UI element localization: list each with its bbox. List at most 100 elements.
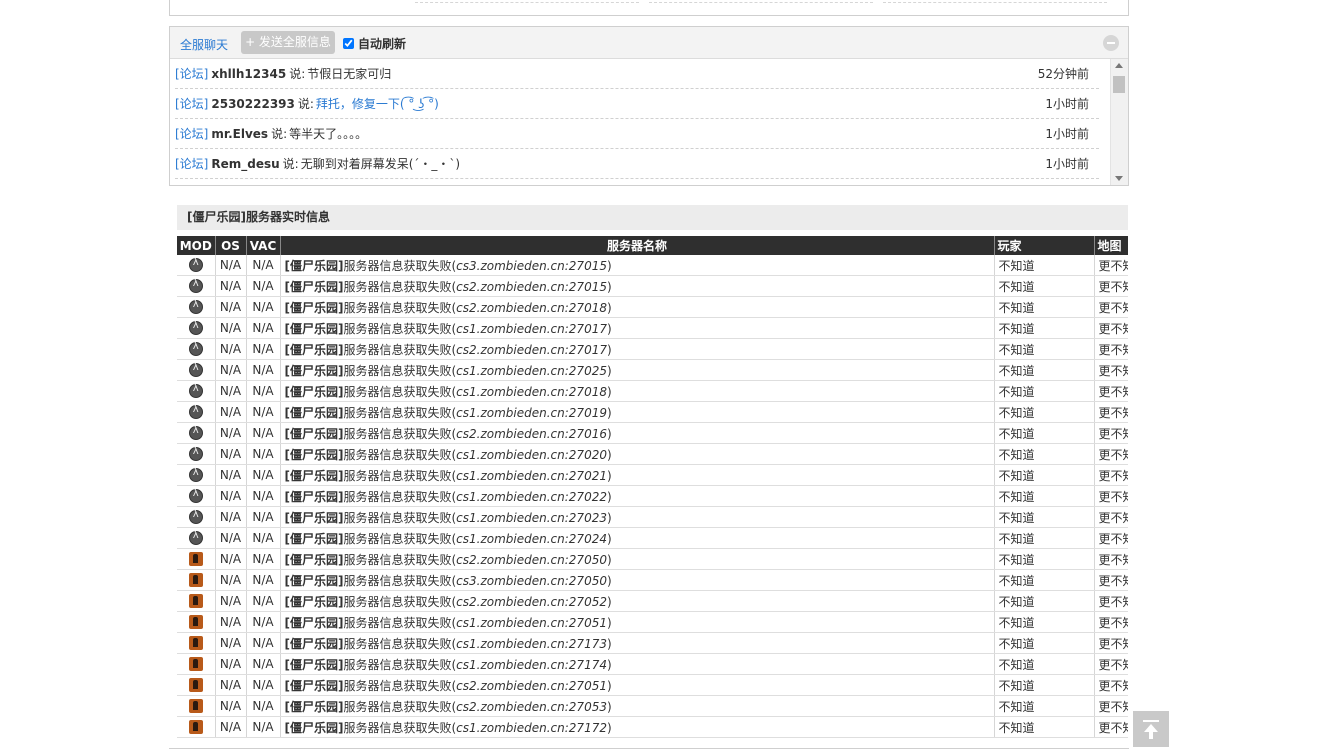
server-status: 服务器信息获取失败( [343,489,457,504]
chat-username[interactable]: mr.Elves [211,127,268,141]
chat-username[interactable]: xhllh12345 [211,67,286,81]
chat-username[interactable]: Rem_desu [211,157,279,171]
hl-mod-icon [188,425,203,441]
server-name-cell[interactable]: [僵尸乐园]服务器信息获取失败(cs1.zombieden.cn:27025) [280,359,995,381]
collapse-icon[interactable] [1103,35,1119,51]
table-row[interactable]: N/AN/A[僵尸乐园]服务器信息获取失败(cs2.zombieden.cn:2… [177,275,1128,297]
map-cell: 更不知道 [1094,695,1128,717]
server-name-cell[interactable]: [僵尸乐园]服务器信息获取失败(cs1.zombieden.cn:27024) [280,527,995,549]
cs-mod-icon [188,552,203,567]
table-row[interactable]: N/AN/A[僵尸乐园]服务器信息获取失败(cs2.zombieden.cn:2… [177,422,1128,444]
table-row[interactable]: N/AN/A[僵尸乐园]服务器信息获取失败(cs2.zombieden.cn:2… [177,548,1128,570]
players-cell: 不知道 [994,674,1095,696]
server-name-cell[interactable]: [僵尸乐园]服务器信息获取失败(cs2.zombieden.cn:27016) [280,422,995,444]
server-name-cell[interactable]: [僵尸乐园]服务器信息获取失败(cs1.zombieden.cn:27022) [280,485,995,507]
server-status: 服务器信息获取失败( [343,678,457,693]
column-header-mod[interactable]: MOD [177,236,216,255]
table-row[interactable]: N/AN/A[僵尸乐园]服务器信息获取失败(cs3.zombieden.cn:2… [177,255,1128,276]
chat-username[interactable]: 2530222393 [211,97,295,111]
os-cell: N/A [215,548,247,570]
table-row[interactable]: N/AN/A[僵尸乐园]服务器信息获取失败(cs1.zombieden.cn:2… [177,485,1128,507]
scroll-up-icon[interactable] [1115,63,1123,68]
server-address: cs2.zombieden.cn:27052 [456,594,607,609]
server-name-cell[interactable]: [僵尸乐园]服务器信息获取失败(cs2.zombieden.cn:27050) [280,548,995,570]
table-row[interactable]: N/AN/A[僵尸乐园]服务器信息获取失败(cs2.zombieden.cn:2… [177,695,1128,717]
server-status-close: ) [606,657,612,672]
server-name-cell[interactable]: [僵尸乐园]服务器信息获取失败(cs1.zombieden.cn:27174) [280,653,995,675]
table-row[interactable]: N/AN/A[僵尸乐园]服务器信息获取失败(cs1.zombieden.cn:2… [177,401,1128,423]
table-row[interactable]: N/AN/A[僵尸乐园]服务器信息获取失败(cs1.zombieden.cn:2… [177,611,1128,633]
column-header-os[interactable]: OS [215,236,247,255]
hl-mod-icon [188,362,203,378]
server-name-cell[interactable]: [僵尸乐园]服务器信息获取失败(cs1.zombieden.cn:27051) [280,611,995,633]
server-status-close: ) [606,384,612,399]
column-header-players[interactable]: 玩家 [994,236,1095,255]
server-tag: [僵尸乐园] [284,342,344,357]
auto-refresh-checkbox[interactable] [343,38,354,49]
chat-timestamp: 1小时前 [1045,127,1089,141]
table-row[interactable]: N/AN/A[僵尸乐园]服务器信息获取失败(cs3.zombieden.cn:2… [177,569,1128,591]
hl-mod-icon [188,257,203,273]
server-name-cell[interactable]: [僵尸乐园]服务器信息获取失败(cs1.zombieden.cn:27021) [280,464,995,486]
table-row[interactable]: N/AN/A[僵尸乐园]服务器信息获取失败(cs1.zombieden.cn:2… [177,380,1128,402]
server-name-cell[interactable]: [僵尸乐园]服务器信息获取失败(cs1.zombieden.cn:27172) [280,716,995,738]
table-row[interactable]: N/AN/A[僵尸乐园]服务器信息获取失败(cs1.zombieden.cn:2… [177,359,1128,381]
cs-mod-icon [188,657,203,672]
map-cell: 更不知道 [1094,359,1128,381]
server-name-cell[interactable]: [僵尸乐园]服务器信息获取失败(cs2.zombieden.cn:27053) [280,695,995,717]
table-row[interactable]: N/AN/A[僵尸乐园]服务器信息获取失败(cs2.zombieden.cn:2… [177,674,1128,696]
server-tag: [僵尸乐园] [284,699,344,714]
server-status-close: ) [606,279,612,294]
chat-message-text[interactable]: 拜托，修复一下( ͡° ͜ʖ ͡°) [316,97,439,111]
table-row[interactable]: N/AN/A[僵尸乐园]服务器信息获取失败(cs1.zombieden.cn:2… [177,506,1128,528]
chat-source-link[interactable]: [论坛] [175,67,208,81]
column-header-vac[interactable]: VAC [246,236,281,255]
server-name-cell[interactable]: [僵尸乐园]服务器信息获取失败(cs1.zombieden.cn:27019) [280,401,995,423]
server-status-close: ) [606,426,612,441]
chat-source-link[interactable]: [论坛] [175,127,208,141]
table-row[interactable]: N/AN/A[僵尸乐园]服务器信息获取失败(cs1.zombieden.cn:2… [177,317,1128,339]
vac-cell: N/A [246,716,281,738]
table-row[interactable]: N/AN/A[僵尸乐园]服务器信息获取失败(cs1.zombieden.cn:2… [177,653,1128,675]
table-row[interactable]: N/AN/A[僵尸乐园]服务器信息获取失败(cs1.zombieden.cn:2… [177,632,1128,654]
server-name-cell[interactable]: [僵尸乐园]服务器信息获取失败(cs2.zombieden.cn:27015) [280,275,995,297]
table-row[interactable]: N/AN/A[僵尸乐园]服务器信息获取失败(cs2.zombieden.cn:2… [177,338,1128,360]
table-row[interactable]: N/AN/A[僵尸乐园]服务器信息获取失败(cs1.zombieden.cn:2… [177,716,1128,738]
server-name-cell[interactable]: [僵尸乐园]服务器信息获取失败(cs3.zombieden.cn:27050) [280,569,995,591]
server-tag: [僵尸乐园] [284,657,344,672]
table-row[interactable]: N/AN/A[僵尸乐园]服务器信息获取失败(cs1.zombieden.cn:2… [177,527,1128,549]
server-name-cell[interactable]: [僵尸乐园]服务器信息获取失败(cs1.zombieden.cn:27017) [280,317,995,339]
column-header-map[interactable]: 地图 [1094,236,1128,255]
column-header-server-name[interactable]: 服务器名称 [280,236,995,255]
chat-said-label: 说: [282,157,299,171]
table-row[interactable]: N/AN/A[僵尸乐园]服务器信息获取失败(cs1.zombieden.cn:2… [177,464,1128,486]
server-name-cell[interactable]: [僵尸乐园]服务器信息获取失败(cs1.zombieden.cn:27173) [280,632,995,654]
server-name-cell[interactable]: [僵尸乐园]服务器信息获取失败(cs2.zombieden.cn:27018) [280,296,995,318]
server-name-cell[interactable]: [僵尸乐园]服务器信息获取失败(cs1.zombieden.cn:27020) [280,443,995,465]
auto-refresh-toggle[interactable]: 自动刷新 [343,35,406,52]
chat-title[interactable]: 全服聊天 [180,36,228,53]
back-to-top-button[interactable] [1133,711,1169,747]
server-name-cell[interactable]: [僵尸乐园]服务器信息获取失败(cs2.zombieden.cn:27017) [280,338,995,360]
vac-cell: N/A [246,422,281,444]
server-status: 服务器信息获取失败( [343,573,457,588]
mod-cell [177,401,216,423]
os-cell: N/A [215,380,247,402]
chat-source-link[interactable]: [论坛] [175,97,208,111]
table-row[interactable]: N/AN/A[僵尸乐园]服务器信息获取失败(cs2.zombieden.cn:2… [177,296,1128,318]
server-name-cell[interactable]: [僵尸乐园]服务器信息获取失败(cs1.zombieden.cn:27018) [280,380,995,402]
table-row[interactable]: N/AN/A[僵尸乐园]服务器信息获取失败(cs2.zombieden.cn:2… [177,590,1128,612]
server-name-cell[interactable]: [僵尸乐园]服务器信息获取失败(cs1.zombieden.cn:27023) [280,506,995,528]
server-status: 服务器信息获取失败( [343,615,457,630]
chat-scrollbar[interactable] [1110,59,1128,185]
server-name-cell[interactable]: [僵尸乐园]服务器信息获取失败(cs3.zombieden.cn:27015) [280,255,995,276]
table-row[interactable]: N/AN/A[僵尸乐园]服务器信息获取失败(cs1.zombieden.cn:2… [177,443,1128,465]
server-name-cell[interactable]: [僵尸乐园]服务器信息获取失败(cs2.zombieden.cn:27052) [280,590,995,612]
server-info-title-bar: [僵尸乐园]服务器实时信息 [177,205,1128,230]
chat-source-link[interactable]: [论坛] [175,157,208,171]
server-name-cell[interactable]: [僵尸乐园]服务器信息获取失败(cs2.zombieden.cn:27051) [280,674,995,696]
server-tag: [僵尸乐园] [284,720,344,735]
scroll-thumb[interactable] [1113,76,1125,93]
scroll-down-icon[interactable] [1115,176,1123,181]
send-global-message-button[interactable]: + 发送全服信息 [241,31,335,54]
